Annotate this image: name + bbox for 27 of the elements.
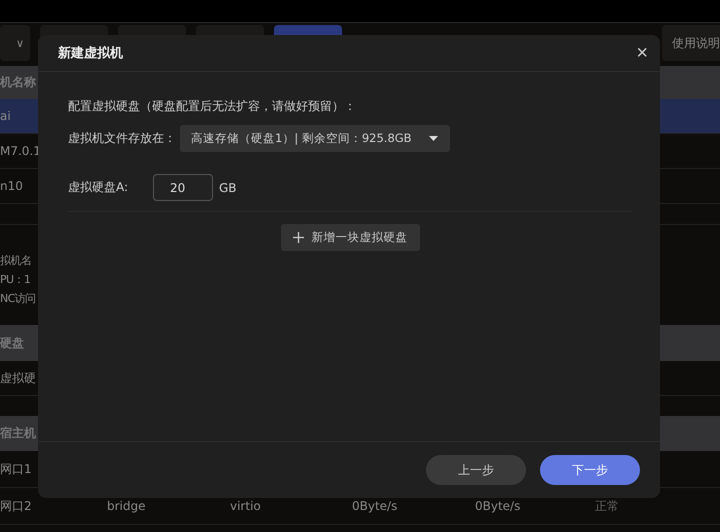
help-button[interactable]: 使用说明 bbox=[662, 25, 720, 61]
detail-text: NC访问 bbox=[0, 291, 37, 307]
table-cell: 虚拟硬 bbox=[0, 370, 36, 386]
dropdown-arrow-icon bbox=[429, 136, 438, 141]
table-cell-text: 网口1 bbox=[0, 460, 33, 478]
plus-icon bbox=[292, 232, 304, 243]
table-cell-text: 0Byte/s bbox=[352, 499, 398, 513]
table-cell-text: bridge bbox=[107, 499, 147, 513]
table-cell-text: 正常 bbox=[595, 498, 620, 514]
toolbar-button[interactable]: ∨ bbox=[0, 25, 30, 61]
disk-size-field[interactable]: 20 bbox=[153, 174, 213, 201]
next-button[interactable]: 下一步 bbox=[540, 455, 640, 485]
storage-dropdown[interactable]: 高速存储（硬盘1）| 剩余空间：925.8GB bbox=[180, 125, 450, 152]
detail-text: PU：1 bbox=[0, 272, 32, 288]
table-cell-text: virtio bbox=[230, 499, 262, 513]
field-label: 虚拟机文件存放在： bbox=[68, 130, 176, 147]
close-button[interactable]: × bbox=[634, 43, 650, 63]
table-cell-text: 网口2 bbox=[0, 498, 33, 514]
dialog-title: 新建虚拟机 bbox=[58, 44, 123, 62]
section-label: 配置虚拟硬盘（硬盘配置后无法扩容，请做好预留）： bbox=[68, 98, 357, 115]
caret-icon: ∨ bbox=[16, 36, 24, 50]
back-button[interactable]: 上一步 bbox=[426, 455, 526, 485]
table-cell-text: 0Byte/s bbox=[475, 499, 522, 513]
add-disk-button[interactable]: 新增一块虚拟硬盘 bbox=[280, 224, 420, 251]
unit-label: GB bbox=[219, 180, 237, 194]
field-label: 虚拟硬盘A: bbox=[68, 179, 130, 196]
detail-text: 拟机名 bbox=[0, 253, 32, 269]
